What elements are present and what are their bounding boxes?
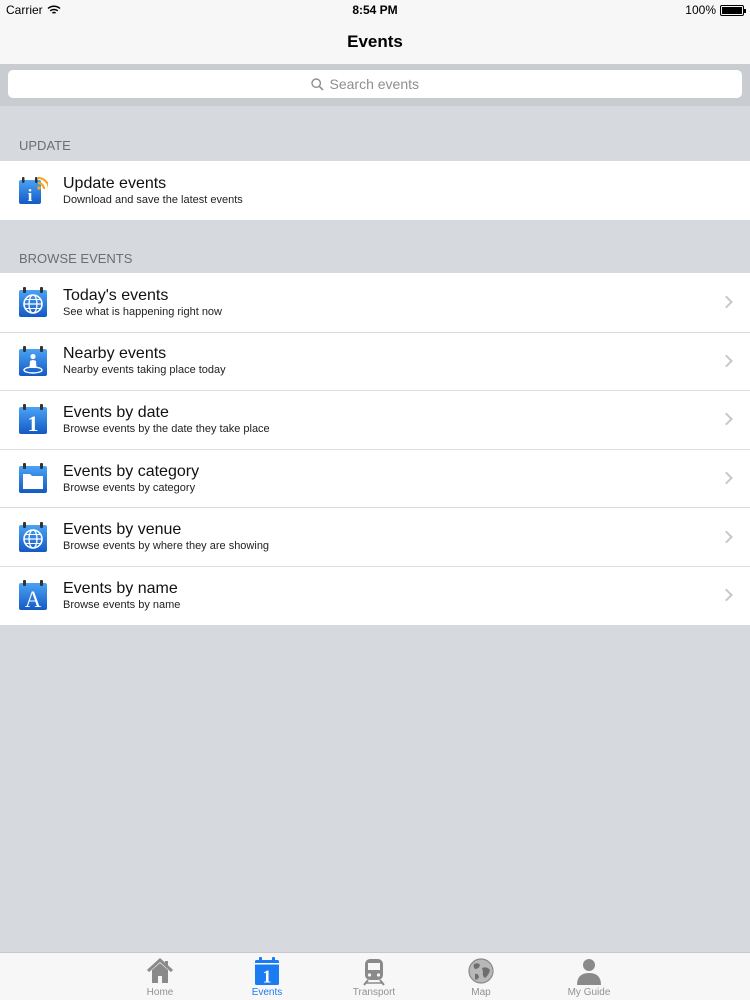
search-bar xyxy=(0,64,750,106)
row-title: Events by name xyxy=(63,579,178,597)
section-header-update: UPDATE xyxy=(19,138,71,153)
row-title: Today's events xyxy=(63,286,169,304)
tab-bar: Home 1 Events Transport Map My Guide xyxy=(0,952,750,1000)
row-text: Events by venue Browse events by where t… xyxy=(63,520,269,553)
tab-label: Map xyxy=(471,987,491,998)
tab-label: Home xyxy=(146,987,174,998)
navigation-bar: Events xyxy=(0,22,750,64)
svg-text:i: i xyxy=(28,186,33,205)
tab-map[interactable]: Map xyxy=(441,956,521,1000)
status-time: 8:54 PM xyxy=(352,3,398,17)
chevron-right-icon xyxy=(720,295,733,309)
search-icon xyxy=(310,77,324,91)
svg-text:1: 1 xyxy=(263,967,272,987)
list-item-nearby-events[interactable]: Nearby events Nearby events taking place… xyxy=(0,331,750,391)
chevron-right-icon xyxy=(720,413,733,426)
row-text: Today's events See what is happening rig… xyxy=(63,286,222,319)
svg-text:A: A xyxy=(25,587,42,611)
row-subtitle: Nearby events taking place today xyxy=(63,364,226,377)
info-rss-icon: i xyxy=(19,177,48,205)
person-icon xyxy=(577,959,601,985)
list-item-events-by-venue[interactable]: Events by venue Browse events by where t… xyxy=(0,507,750,566)
train-icon xyxy=(363,959,385,986)
row-title: Nearby events xyxy=(63,345,167,363)
row-subtitle: Download and save the latest events xyxy=(63,193,243,206)
chevron-right-icon xyxy=(720,588,733,602)
list-item-events-by-name[interactable]: A Events by name Browse events by name xyxy=(0,565,750,625)
chevron-right-icon xyxy=(720,354,733,368)
battery-percent: 100% xyxy=(685,3,716,17)
tab-transport[interactable]: Transport xyxy=(334,956,414,1000)
list-item-update-events[interactable]: i Update events Download and save the la… xyxy=(0,161,750,220)
row-subtitle: See what is happening right now xyxy=(63,305,222,318)
globe-calendar-icon xyxy=(19,287,47,318)
row-text: Nearby events Nearby events taking place… xyxy=(63,344,226,377)
list-item-events-by-date[interactable]: 1 Events by date Browse events by the da… xyxy=(0,390,750,449)
battery-fill xyxy=(722,6,742,14)
row-subtitle: Browse events by the date they take plac… xyxy=(63,422,270,435)
row-title: Events by category xyxy=(63,462,200,480)
tab-label: Events xyxy=(251,987,283,998)
row-text: Events by name Browse events by name xyxy=(63,579,180,612)
search-field[interactable] xyxy=(8,70,742,98)
row-title: Events by venue xyxy=(63,521,182,539)
row-subtitle: Browse events by category xyxy=(63,481,196,494)
row-subtitle: Browse events by name xyxy=(63,598,181,611)
update-group: i Update events Download and save the la… xyxy=(0,161,750,220)
list-item-todays-events[interactable]: Today's events See what is happening rig… xyxy=(0,273,750,332)
letter-a-icon: A xyxy=(19,580,47,611)
row-text: Events by date Browse events by the date… xyxy=(63,403,270,436)
person-location-icon xyxy=(19,345,47,376)
globe-calendar-icon xyxy=(19,521,47,552)
tab-home[interactable]: Home xyxy=(120,956,200,1000)
folder-icon xyxy=(19,463,47,494)
tab-label: My Guide xyxy=(567,987,611,998)
tab-events[interactable]: 1 Events xyxy=(227,956,307,1000)
row-text: Update events Download and save the late… xyxy=(63,174,243,207)
browse-group: Today's events See what is happening rig… xyxy=(0,273,750,625)
row-title: Update events xyxy=(63,174,167,192)
status-bar: Carrier 8:54 PM 100% xyxy=(0,0,750,22)
row-title: Events by date xyxy=(63,403,169,421)
tab-my-guide[interactable]: My Guide xyxy=(549,956,629,1000)
list-item-events-by-category[interactable]: Events by category Browse events by cate… xyxy=(0,448,750,508)
status-battery-group: 100% xyxy=(685,3,746,17)
calendar-icon: 1 xyxy=(255,957,279,987)
row-subtitle: Browse events by where they are showing xyxy=(63,540,270,553)
chevron-right-icon xyxy=(720,471,733,485)
battery-icon xyxy=(720,4,746,16)
home-icon xyxy=(146,957,174,983)
calendar-date-icon: 1 xyxy=(19,404,47,435)
events-screen: Carrier 8:54 PM 100% Events U xyxy=(0,0,750,1000)
tab-label: Transport xyxy=(352,987,396,998)
svg-text:1: 1 xyxy=(28,411,39,435)
globe-icon xyxy=(468,958,494,984)
chevron-right-icon xyxy=(720,530,733,544)
section-header-browse: BROWSE EVENTS xyxy=(19,251,133,266)
row-text: Events by category Browse events by cate… xyxy=(63,462,199,495)
search-input[interactable] xyxy=(329,76,440,92)
page-title: Events xyxy=(347,32,403,51)
